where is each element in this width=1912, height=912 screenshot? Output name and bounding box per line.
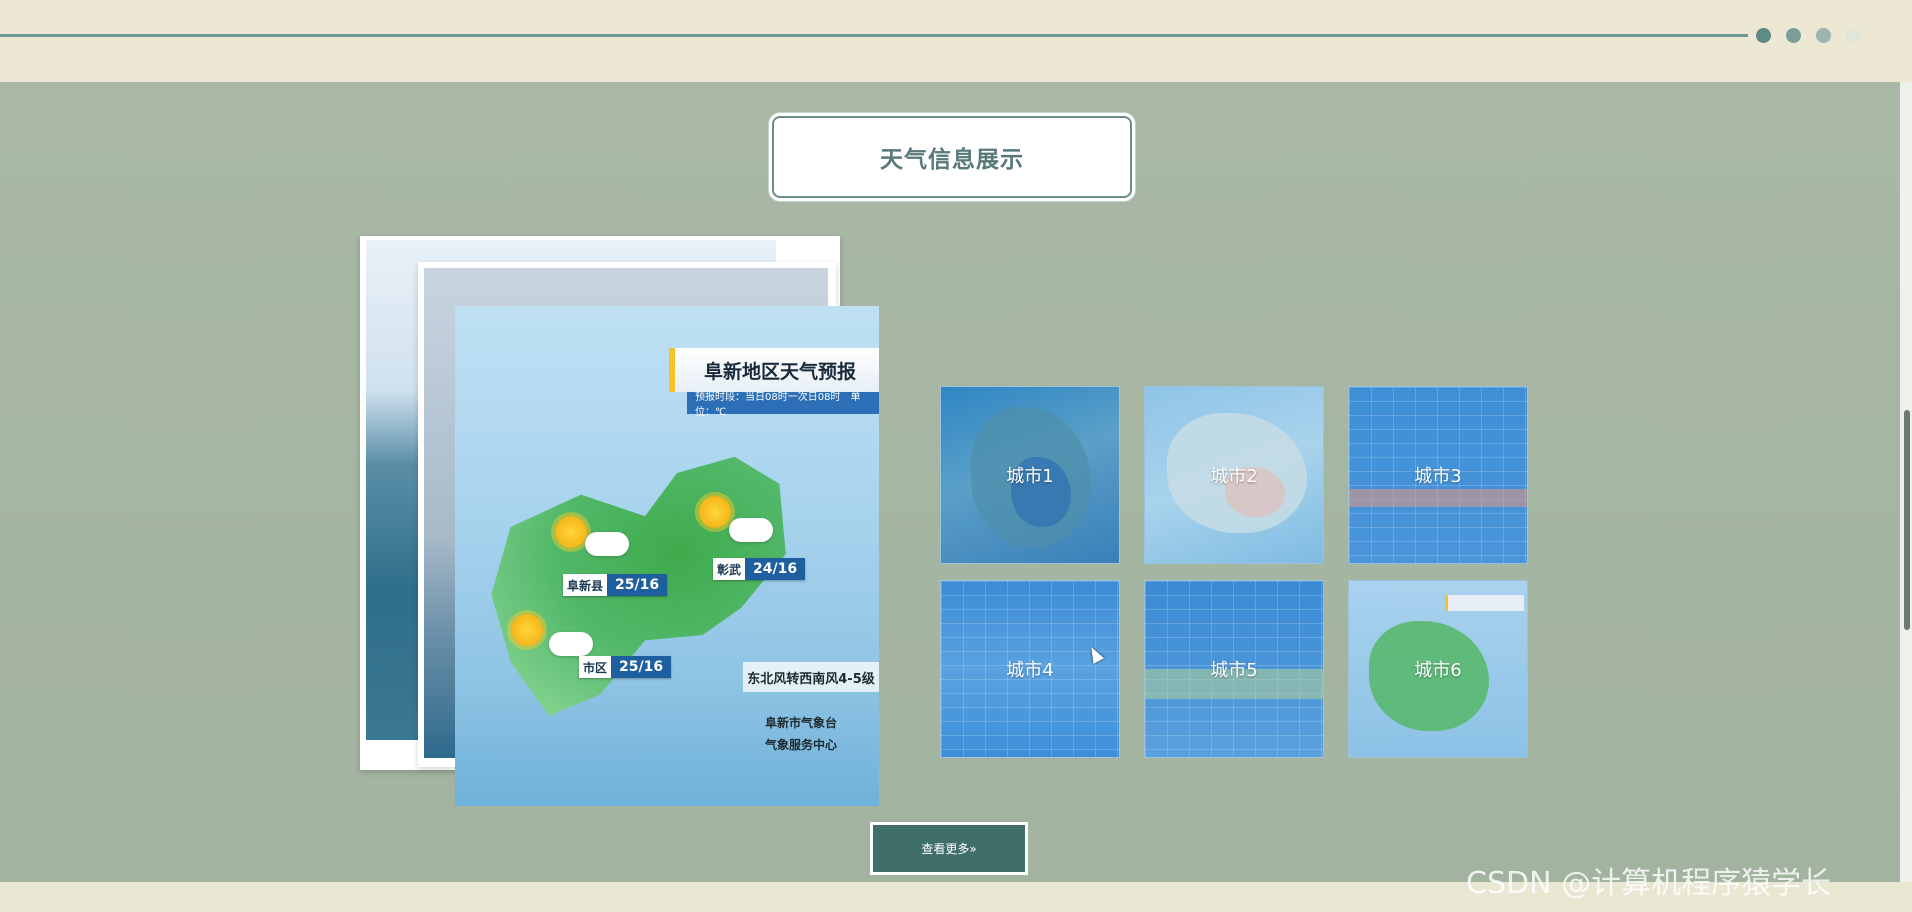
city-temp-badge: 市区 25/16 (579, 656, 672, 678)
forecast-subtitle: 预报时段：当日08时一次日08时 单位：℃ (687, 392, 879, 418)
city-name: 市区 (579, 656, 612, 678)
station-line: 气象服务中心 (765, 738, 838, 752)
scrollbar-thumb[interactable] (1904, 410, 1910, 630)
station-line: 阜新市气象台 (765, 716, 838, 730)
sun-icon (511, 614, 543, 646)
city-temp: 25/16 (611, 656, 672, 678)
station-info: 阜新市气象台 气象服务中心 (765, 712, 837, 756)
cloud-icon (585, 532, 629, 556)
city-temp-badge: 彰武 24/16 (713, 558, 806, 580)
section-title-box: 天气信息展示 (772, 116, 1132, 198)
top-band (0, 0, 1912, 82)
cloud-icon (549, 632, 593, 656)
thumbnail-label: 城市3 (1414, 466, 1462, 487)
sun-icon (699, 496, 731, 528)
view-more-label: 查看更多» (873, 825, 1025, 872)
watermark: CSDN @计算机程序猿学长 (1466, 866, 1832, 901)
divider-line (0, 34, 1748, 37)
wind-info: 东北风转西南风4-5级 (743, 662, 879, 692)
carousel-dot-3[interactable] (1816, 28, 1831, 43)
carousel-dot-4[interactable] (1846, 28, 1861, 43)
thumbnail-label: 城市1 (1006, 466, 1054, 487)
cloud-icon (729, 518, 773, 542)
city-thumbnail-4[interactable]: 城市4 (940, 580, 1120, 758)
city-thumbnail-5[interactable]: 城市5 (1144, 580, 1324, 758)
thumbnail-label: 城市6 (1414, 660, 1462, 681)
sun-icon (555, 516, 587, 548)
forecast-title: 阜新地区天气预报 (669, 348, 879, 392)
city-thumbnail-1[interactable]: 城市1 (940, 386, 1120, 564)
city-name: 彰武 (713, 558, 746, 580)
city-thumbnail-3[interactable]: 城市3 (1348, 386, 1528, 564)
city-thumbnail-6[interactable]: 城市6 (1348, 580, 1528, 758)
thumbnail-label: 城市4 (1006, 660, 1054, 681)
thumbnail-label: 城市5 (1210, 660, 1258, 681)
city-name: 阜新县 (563, 574, 608, 596)
section-title: 天气信息展示 (880, 147, 1024, 173)
view-more-button[interactable]: 查看更多» (870, 822, 1028, 875)
thumbnail-label: 城市2 (1210, 466, 1258, 487)
featured-forecast-image[interactable]: 阜新地区天气预报 预报时段：当日08时一次日08时 单位：℃ 阜新县 25/16… (455, 306, 879, 806)
city-thumbnail-2[interactable]: 城市2 (1144, 386, 1324, 564)
carousel-dot-1[interactable] (1756, 28, 1771, 43)
city-temp: 25/16 (607, 574, 668, 596)
carousel-dot-2[interactable] (1786, 28, 1801, 43)
city-temp-badge: 阜新县 25/16 (563, 574, 668, 596)
city-temp: 24/16 (745, 558, 806, 580)
